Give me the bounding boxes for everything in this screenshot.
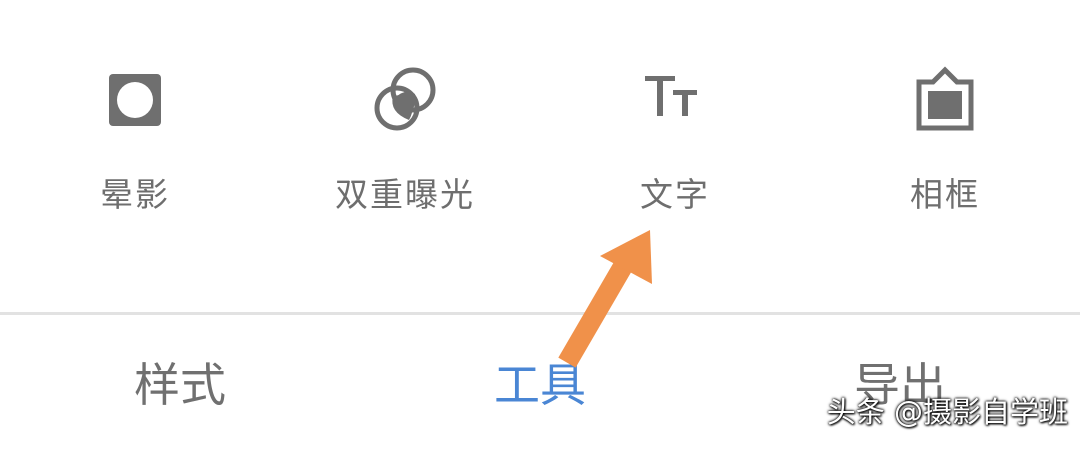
- text-icon: [635, 60, 715, 140]
- tool-text[interactable]: 文字: [540, 0, 810, 312]
- watermark: 头条 @摄影自学班: [826, 395, 1068, 429]
- tool-label: 双重曝光: [335, 175, 475, 214]
- tool-vignette[interactable]: 晕影: [0, 0, 270, 312]
- tool-label: 相框: [910, 175, 980, 214]
- vignette-icon: [95, 60, 175, 140]
- tab-tools[interactable]: 工具: [360, 315, 720, 439]
- tool-frame[interactable]: 相框: [810, 0, 1080, 312]
- tools-row: 晕影 双重曝光 文字 相框: [0, 0, 1080, 312]
- frame-icon: [905, 60, 985, 140]
- tool-double-exposure[interactable]: 双重曝光: [270, 0, 540, 312]
- tool-label: 文字: [640, 175, 710, 214]
- double-exposure-icon: [365, 60, 445, 140]
- tool-label: 晕影: [100, 175, 170, 214]
- tab-styles[interactable]: 样式: [0, 315, 360, 439]
